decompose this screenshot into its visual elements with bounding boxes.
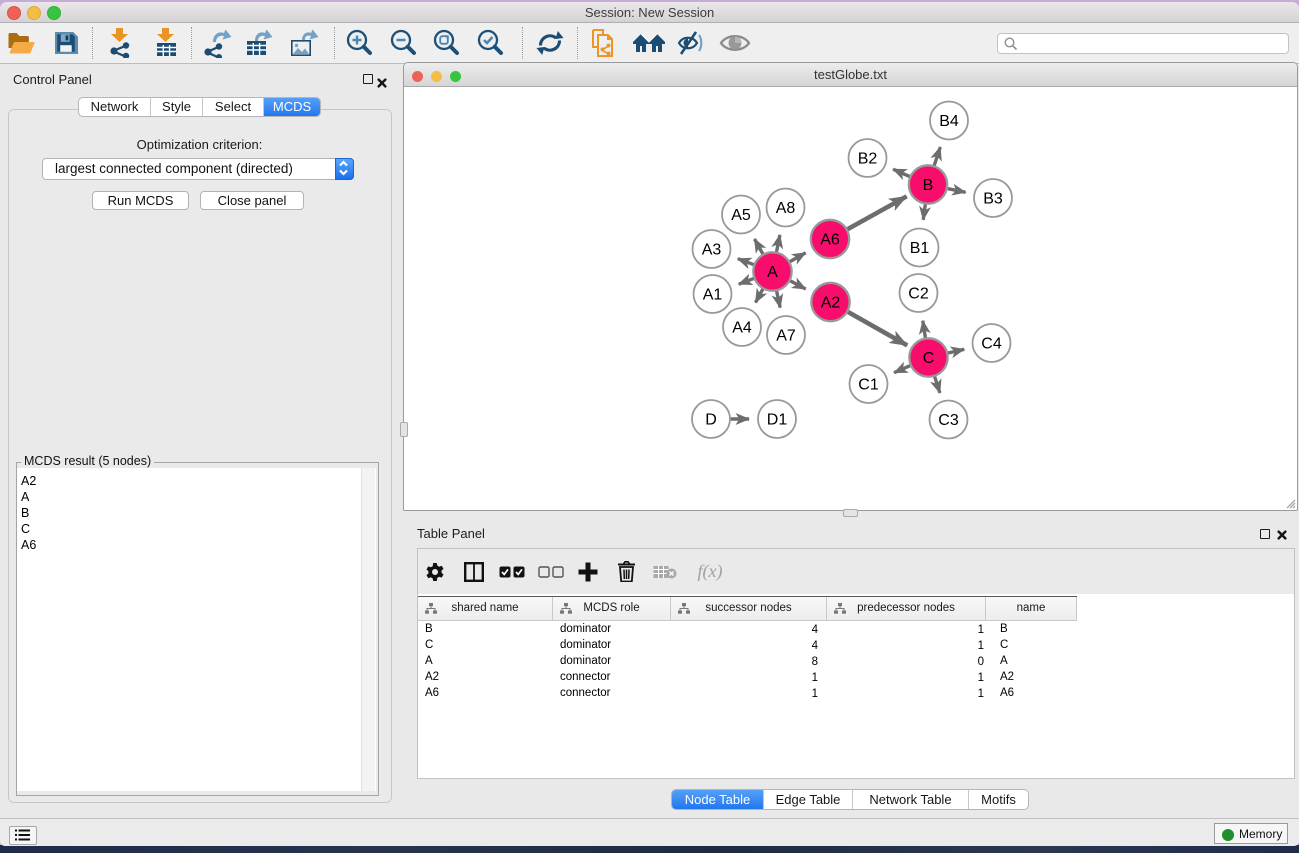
svg-text:A3: A3 <box>702 242 722 259</box>
svg-text:A6: A6 <box>820 232 840 249</box>
svg-text:B3: B3 <box>983 191 1003 208</box>
svg-text:B1: B1 <box>910 240 930 257</box>
svg-text:C1: C1 <box>858 377 879 394</box>
svg-text:C2: C2 <box>908 286 929 303</box>
svg-text:C: C <box>923 350 935 367</box>
svg-text:B: B <box>923 177 934 194</box>
svg-text:A2: A2 <box>821 295 841 312</box>
svg-text:B4: B4 <box>939 113 959 130</box>
svg-text:B2: B2 <box>858 151 878 168</box>
svg-text:C4: C4 <box>981 336 1002 353</box>
svg-text:A1: A1 <box>703 287 723 304</box>
svg-text:D: D <box>705 412 717 429</box>
svg-text:A8: A8 <box>776 200 796 217</box>
svg-text:A: A <box>767 264 778 281</box>
svg-text:C3: C3 <box>938 412 959 429</box>
svg-text:D1: D1 <box>767 412 788 429</box>
svg-text:A5: A5 <box>731 207 751 224</box>
svg-text:A7: A7 <box>776 328 796 345</box>
svg-text:A4: A4 <box>732 320 752 337</box>
